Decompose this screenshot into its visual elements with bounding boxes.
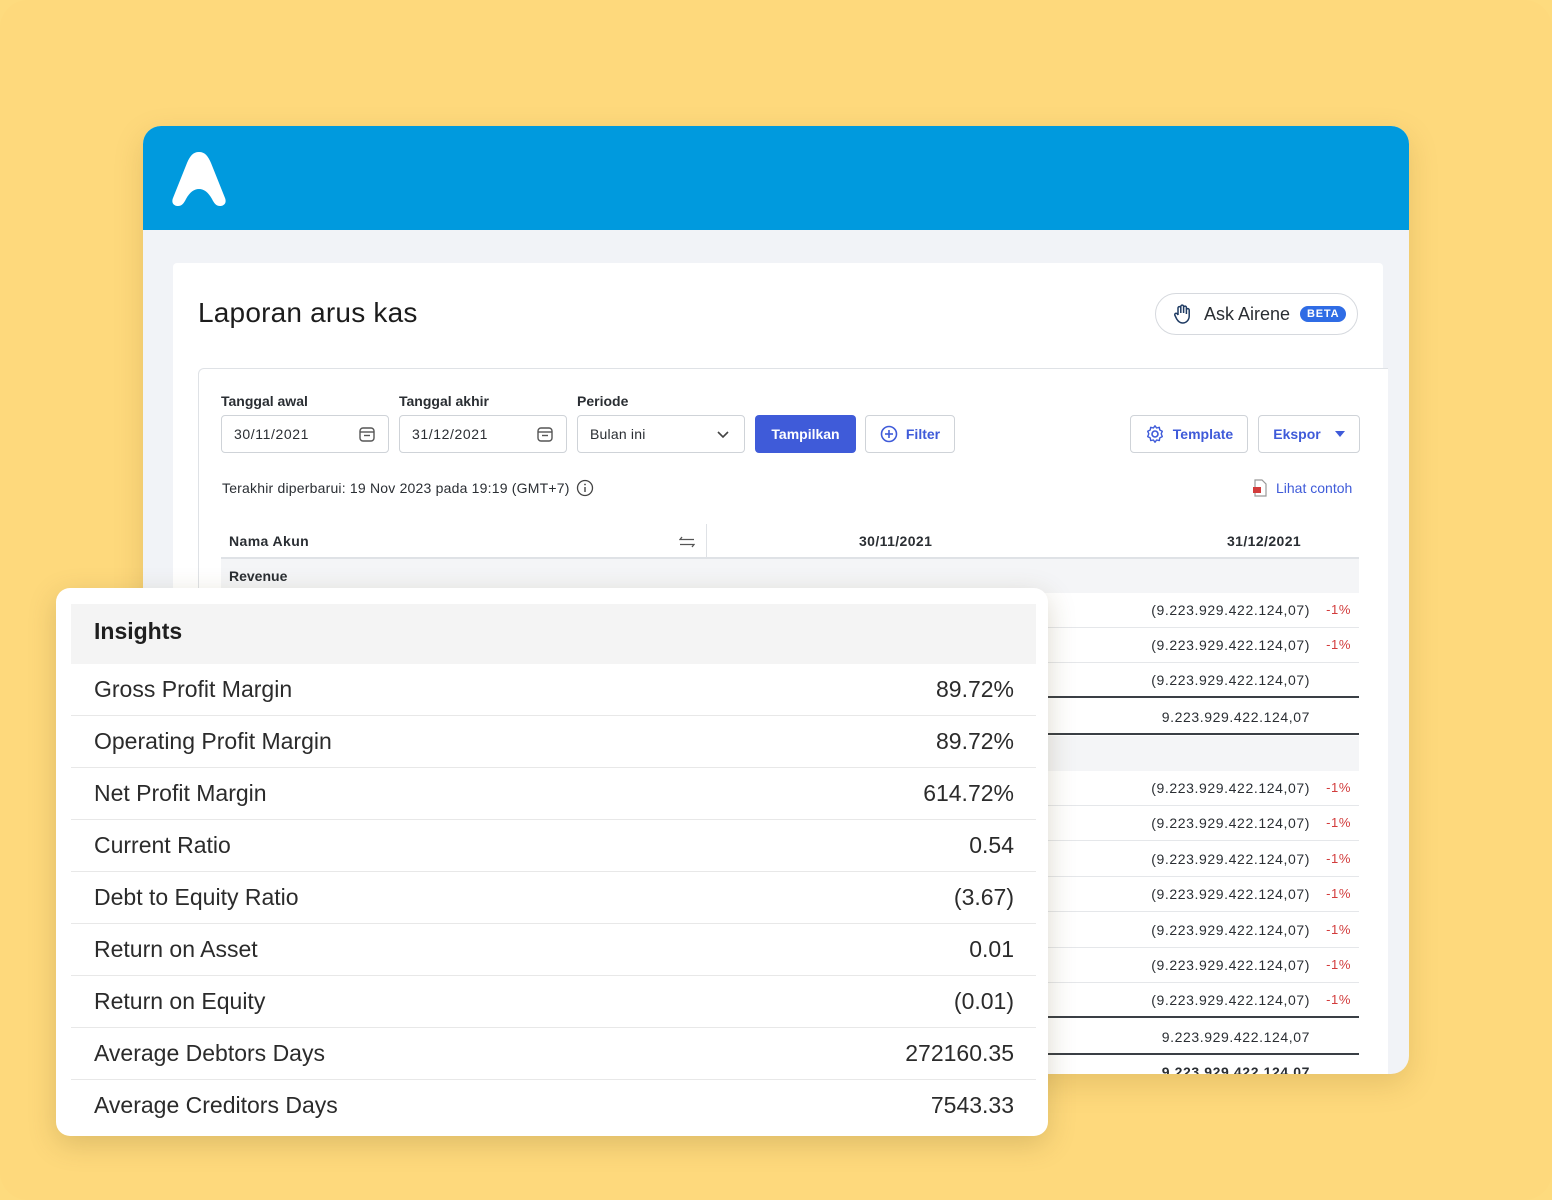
start-date-input[interactable]: 30/11/2021 (221, 415, 389, 453)
insights-title: Insights (94, 618, 183, 644)
cell-value: (9.223.929.422.124,07) (1151, 922, 1310, 938)
filter-label: Filter (905, 426, 941, 442)
cell-value: (9.223.929.422.124,07) (1151, 992, 1310, 1008)
insight-label: Net Profit Margin (94, 780, 267, 806)
insight-row: Return on Asset 0.01 (71, 924, 1036, 976)
insight-label: Average Debtors Days (94, 1040, 325, 1066)
insight-value: (0.01) (953, 988, 1014, 1014)
period-value: Bulan ini (590, 426, 646, 442)
cell-change: -1% (1326, 602, 1351, 617)
beta-badge: BETA (1300, 306, 1347, 322)
insight-label: Return on Equity (94, 988, 266, 1014)
cell-value: (9.223.929.422.124,07) (1151, 672, 1310, 688)
calendar-icon (359, 427, 375, 442)
insight-row: Operating Profit Margin 89.72% (71, 716, 1036, 768)
insight-value: 614.72% (923, 780, 1014, 806)
insight-value: 89.72% (935, 728, 1014, 754)
col-header-date-1: 30/11/2021 (859, 533, 933, 549)
pdf-file-icon (1253, 479, 1267, 497)
cell-value: (9.223.929.422.124,07) (1151, 851, 1310, 867)
filter-button[interactable]: Filter (865, 415, 955, 453)
insight-label: Operating Profit Margin (94, 728, 332, 754)
cell-change: -1% (1326, 957, 1351, 972)
hand-icon (1174, 304, 1190, 324)
page-title: Laporan arus kas (198, 297, 418, 328)
col-header-date-2: 31/12/2021 (1227, 533, 1302, 549)
cell-value: (9.223.929.422.124,07) (1151, 637, 1310, 653)
period-select[interactable]: Bulan ini (577, 415, 745, 453)
cell-value: (9.223.929.422.124,07) (1151, 780, 1310, 796)
cell-change: -1% (1326, 815, 1351, 830)
period-label: Periode (577, 393, 629, 409)
insight-value: 0.54 (969, 832, 1014, 858)
insight-row: Average Creditors Days 7543.33 (71, 1080, 1036, 1132)
gear-icon (1146, 425, 1163, 443)
example-link[interactable]: Lihat contoh (1252, 479, 1352, 497)
insight-value: 89.72% (935, 676, 1014, 702)
end-date-label: Tanggal akhir (399, 393, 489, 409)
insight-row: Average Debtors Days 272160.35 (71, 1028, 1036, 1080)
cell-value: (9.223.929.422.124,07) (1151, 886, 1310, 902)
cell-change: -1% (1326, 780, 1351, 795)
insight-row: Net Profit Margin 614.72% (71, 768, 1036, 820)
last-updated: Terakhir diperbarui: 19 Nov 2023 pada 19… (222, 479, 594, 497)
insight-value: 7543.33 (930, 1092, 1014, 1118)
insights-header: Insights (71, 604, 1036, 664)
cell-value: 9.223.929.422.124,07 (1161, 1064, 1310, 1074)
cell-value: 9.223.929.422.124,07 (1161, 709, 1310, 725)
insight-label: Debt to Equity Ratio (94, 884, 299, 910)
insight-row: Gross Profit Margin 89.72% (71, 664, 1036, 716)
section-label: Revenue (229, 568, 288, 584)
insight-label: Gross Profit Margin (94, 676, 293, 702)
insight-value: 0.01 (969, 936, 1014, 962)
ask-airene-label: Ask Airene (1204, 303, 1291, 324)
ask-airene-button[interactable]: Ask Airene BETA (1155, 293, 1358, 335)
swap-icon[interactable] (679, 536, 695, 548)
app-logo-icon[interactable] (169, 148, 229, 210)
cell-change: -1% (1326, 992, 1351, 1007)
info-icon[interactable] (576, 479, 594, 497)
cell-value: 9.223.929.422.124,07 (1161, 1029, 1310, 1045)
plus-circle-icon (880, 425, 898, 443)
export-label: Ekspor (1273, 426, 1321, 442)
insight-value: (3.67) (953, 884, 1014, 910)
export-button[interactable]: Ekspor (1258, 415, 1360, 453)
end-date-value: 31/12/2021 (412, 426, 489, 442)
template-button[interactable]: Template (1130, 415, 1248, 453)
insight-value: 272160.35 (905, 1040, 1014, 1066)
start-date-value: 30/11/2021 (234, 426, 310, 442)
chevron-down-icon (717, 431, 729, 439)
cell-change: -1% (1326, 922, 1351, 937)
caret-down-icon (1334, 431, 1345, 437)
insight-label: Current Ratio (94, 832, 231, 858)
cell-value: (9.223.929.422.124,07) (1151, 602, 1310, 618)
template-label: Template (1172, 426, 1234, 442)
top-bar (143, 126, 1409, 230)
cell-value: (9.223.929.422.124,07) (1151, 815, 1310, 831)
last-updated-text: Terakhir diperbarui: 19 Nov 2023 pada 19… (222, 480, 570, 496)
insight-row: Return on Equity (0.01) (71, 976, 1036, 1028)
show-button[interactable]: Tampilkan (755, 415, 856, 453)
col-header-account[interactable]: Nama Akun (229, 533, 309, 549)
insight-row: Current Ratio 0.54 (71, 820, 1036, 872)
cell-value: (9.223.929.422.124,07) (1151, 957, 1310, 973)
example-link-label: Lihat contoh (1276, 480, 1353, 496)
insight-row: Debt to Equity Ratio (3.67) (71, 872, 1036, 924)
insight-label: Average Creditors Days (94, 1092, 338, 1118)
cell-change: -1% (1326, 637, 1351, 652)
insight-label: Return on Asset (94, 936, 258, 962)
start-date-label: Tanggal awal (221, 393, 308, 409)
end-date-input[interactable]: 31/12/2021 (399, 415, 567, 453)
cell-change: -1% (1326, 851, 1351, 866)
cell-change: -1% (1326, 886, 1351, 901)
calendar-icon (537, 427, 553, 442)
insights-card: Insights Gross Profit Margin 89.72% Oper… (56, 588, 1048, 1136)
